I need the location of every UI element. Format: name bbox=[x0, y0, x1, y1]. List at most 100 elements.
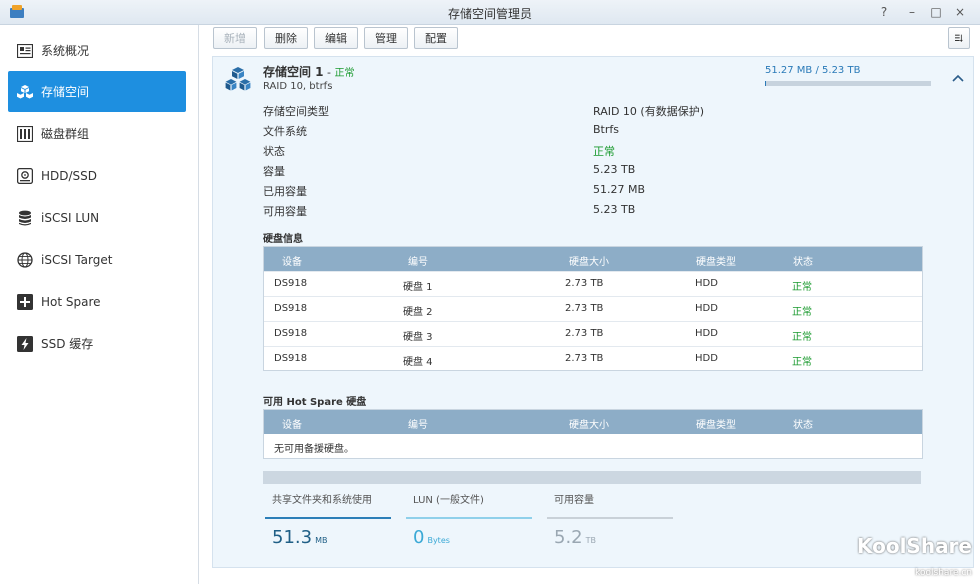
prop-label: 已用容量 bbox=[263, 185, 307, 198]
title-separator: - bbox=[323, 66, 335, 79]
sidebar-item-disk-group[interactable]: 磁盘群组 bbox=[8, 113, 186, 154]
storage-cubes-icon bbox=[225, 67, 251, 91]
manage-button[interactable]: 管理 bbox=[364, 27, 408, 49]
sidebar-item-label: Hot Spare bbox=[41, 294, 101, 309]
watermark-brand: KoolShare bbox=[856, 534, 972, 558]
cell-device: DS918 bbox=[274, 328, 308, 339]
disk-info-table: 设备 编号 硬盘大小 硬盘类型 状态 DS918 硬盘 1 2.73 TB HD… bbox=[263, 246, 923, 371]
usage-divider-bar bbox=[263, 471, 921, 484]
table-row[interactable]: DS918 硬盘 1 2.73 TB HDD 正常 bbox=[264, 271, 922, 296]
chevron-up-icon[interactable] bbox=[952, 74, 964, 82]
prop-label: 容量 bbox=[263, 165, 285, 178]
usage-card-shared: 共享文件夹和系统使用 51.3 MB bbox=[265, 491, 391, 548]
cell-status: 正常 bbox=[792, 357, 812, 368]
hot-spare-table: 设备 编号 硬盘大小 硬盘类型 状态 无可用备援硬盘。 bbox=[263, 409, 923, 459]
cell-number: 硬盘 4 bbox=[403, 357, 433, 368]
cell-size: 2.73 TB bbox=[565, 353, 604, 364]
sidebar: 系统概况 存储空间 磁盘群组 HDD/SSD iSCSI LUN iSCSI T… bbox=[0, 25, 199, 584]
usage-card-lun: LUN (一般文件) 0 Bytes bbox=[406, 491, 532, 548]
minimize-icon[interactable]: – bbox=[904, 4, 920, 20]
cell-type: HDD bbox=[695, 303, 718, 314]
column-header[interactable]: 硬盘类型 bbox=[696, 253, 736, 268]
sidebar-item-hot-spare[interactable]: Hot Spare bbox=[8, 281, 186, 322]
column-header[interactable]: 设备 bbox=[282, 253, 302, 268]
column-header[interactable]: 编号 bbox=[408, 416, 428, 431]
prop-value: Btrfs bbox=[593, 123, 619, 136]
maximize-icon[interactable]: □ bbox=[928, 4, 944, 20]
overview-icon bbox=[16, 42, 34, 60]
sort-view-button[interactable] bbox=[948, 27, 970, 49]
column-header[interactable]: 硬盘大小 bbox=[569, 416, 609, 431]
lightning-icon bbox=[16, 335, 34, 353]
close-icon[interactable]: × bbox=[952, 4, 968, 20]
configure-button[interactable]: 配置 bbox=[414, 27, 458, 49]
edit-button[interactable]: 编辑 bbox=[314, 27, 358, 49]
sidebar-item-label: 存储空间 bbox=[41, 85, 90, 99]
sidebar-item-overview[interactable]: 系统概况 bbox=[8, 30, 186, 71]
usage-bar-fill bbox=[765, 81, 766, 86]
prop-value: 51.27 MB bbox=[593, 183, 646, 196]
help-icon[interactable]: ? bbox=[876, 4, 892, 20]
cell-size: 2.73 TB bbox=[565, 328, 604, 339]
cell-size: 2.73 TB bbox=[565, 278, 604, 289]
sidebar-item-hdd-ssd[interactable]: HDD/SSD bbox=[8, 155, 186, 196]
cell-number: 硬盘 1 bbox=[403, 282, 433, 293]
usage-text: 51.27 MB / 5.23 TB bbox=[765, 65, 861, 76]
usage-value: 51.3 bbox=[272, 527, 313, 548]
sidebar-item-label: iSCSI LUN bbox=[41, 210, 100, 225]
cell-type: HDD bbox=[695, 278, 718, 289]
usage-unit: Bytes bbox=[427, 536, 450, 545]
empty-row: 无可用备援硬盘。 bbox=[264, 434, 922, 458]
prop-value: 正常 bbox=[593, 145, 615, 158]
column-header[interactable]: 状态 bbox=[793, 253, 813, 268]
toolbar: 新增 删除 编辑 管理 配置 bbox=[199, 25, 980, 55]
cell-size: 2.73 TB bbox=[565, 303, 604, 314]
prop-value: 5.23 TB bbox=[593, 203, 636, 216]
hdd-icon bbox=[16, 167, 34, 185]
sidebar-item-ssd-cache[interactable]: SSD 缓存 bbox=[8, 323, 186, 364]
column-header[interactable]: 状态 bbox=[793, 416, 813, 431]
volume-panel[interactable]: 存储空间 1 - 正常 RAID 10, btrfs 51.27 MB / 5.… bbox=[212, 56, 974, 568]
globe-icon bbox=[16, 251, 34, 269]
window-title: 存储空间管理员 bbox=[447, 7, 532, 21]
cell-device: DS918 bbox=[274, 303, 308, 314]
prop-label: 可用容量 bbox=[263, 205, 307, 218]
cell-status: 正常 bbox=[792, 332, 812, 343]
volume-title: 存储空间 1 - 正常 bbox=[263, 63, 355, 80]
column-header[interactable]: 编号 bbox=[408, 253, 428, 268]
volume-subtitle: RAID 10, btrfs bbox=[263, 81, 333, 92]
sidebar-item-label: HDD/SSD bbox=[41, 168, 98, 183]
usage-unit: TB bbox=[585, 536, 597, 545]
usage-card-label: 可用容量 bbox=[554, 495, 594, 506]
cell-type: HDD bbox=[695, 353, 718, 364]
sidebar-item-label: SSD 缓存 bbox=[41, 337, 94, 351]
plus-box-icon bbox=[16, 293, 34, 311]
delete-button[interactable]: 删除 bbox=[264, 27, 308, 49]
column-header[interactable]: 设备 bbox=[282, 416, 302, 431]
sidebar-item-iscsi-target[interactable]: iSCSI Target bbox=[8, 239, 186, 280]
watermark: KoolShare koolshare.cn bbox=[857, 534, 972, 578]
column-header[interactable]: 硬盘类型 bbox=[696, 416, 736, 431]
sidebar-item-iscsi-lun[interactable]: iSCSI LUN bbox=[8, 197, 186, 238]
volume-name: 存储空间 1 bbox=[263, 65, 324, 79]
prop-label: 存储空间类型 bbox=[263, 105, 329, 118]
sidebar-item-label: 系统概况 bbox=[41, 44, 90, 58]
prop-value: 5.23 TB bbox=[593, 163, 636, 176]
table-row[interactable]: DS918 硬盘 2 2.73 TB HDD 正常 bbox=[264, 296, 922, 321]
usage-card-label: 共享文件夹和系统使用 bbox=[272, 495, 372, 506]
hot-spare-title: 可用 Hot Spare 硬盘 bbox=[263, 397, 367, 408]
usage-value: 0 bbox=[413, 527, 425, 548]
usage-unit: MB bbox=[315, 536, 328, 545]
sidebar-item-storage[interactable]: 存储空间 bbox=[8, 71, 186, 112]
cell-device: DS918 bbox=[274, 278, 308, 289]
prop-label: 状态 bbox=[263, 145, 285, 158]
usage-card-line bbox=[547, 517, 673, 519]
table-row[interactable]: DS918 硬盘 3 2.73 TB HDD 正常 bbox=[264, 321, 922, 346]
add-button[interactable]: 新增 bbox=[213, 27, 257, 49]
column-header[interactable]: 硬盘大小 bbox=[569, 253, 609, 268]
disk-group-icon bbox=[16, 125, 34, 143]
usage-card-line bbox=[265, 517, 391, 519]
table-row[interactable]: DS918 硬盘 4 2.73 TB HDD 正常 bbox=[264, 346, 922, 371]
storage-cubes-icon bbox=[16, 83, 34, 101]
table-header: 设备 编号 硬盘大小 硬盘类型 状态 bbox=[264, 247, 922, 271]
